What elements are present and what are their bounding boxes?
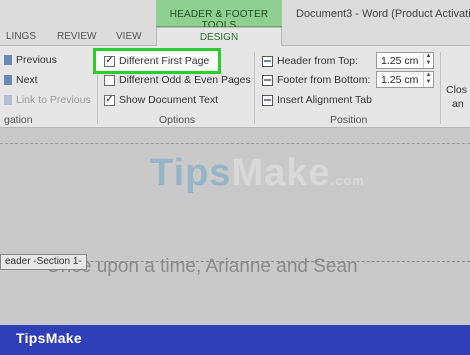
watermark-logo: TipsMake.com xyxy=(150,152,365,194)
link-icon xyxy=(4,95,12,105)
group-divider xyxy=(440,52,441,124)
tab-mailings[interactable]: LINGS xyxy=(6,31,36,42)
header-from-top-spinner[interactable]: 1.25 cm ▲ ▼ xyxy=(376,52,434,69)
spinner-icon[interactable]: ▲ ▼ xyxy=(423,72,433,87)
ribbon: Previous Next Link to Previous gation ✓ … xyxy=(0,46,470,128)
brand-logo: TipsMake xyxy=(16,330,82,346)
close-header-footer-button[interactable]: Clos xyxy=(446,84,467,96)
different-first-page-label: Different First Page xyxy=(119,55,210,67)
close-label-1: Clos xyxy=(446,84,468,96)
checkbox-icon: ✓ xyxy=(104,55,115,67)
link-to-previous-label: Link to Previous xyxy=(16,94,91,106)
header-from-top-value: 1.25 cm xyxy=(381,55,419,67)
link-to-previous-button[interactable]: Link to Previous xyxy=(4,94,91,106)
next-label: Next xyxy=(16,74,38,86)
insert-alignment-tab-button[interactable]: Insert Alignment Tab xyxy=(262,94,372,106)
document-body-text[interactable]: Once upon a time, Arianne and Sean xyxy=(46,256,358,278)
footer-position-icon xyxy=(262,74,273,86)
header-section-tag: eader -Section 1- xyxy=(0,254,87,270)
next-icon xyxy=(4,75,12,85)
header-from-top-label: Header from Top: xyxy=(262,55,358,67)
word-window: HEADER & FOOTER TOOLS Document3 - Word (… xyxy=(0,0,470,325)
window-title: Document3 - Word (Product Activatio xyxy=(296,8,470,20)
show-document-text-checkbox[interactable]: ✓ Show Document Text xyxy=(104,94,218,106)
previous-label: Previous xyxy=(16,54,57,66)
navigation-group-label: gation xyxy=(4,114,33,126)
title-bar: HEADER & FOOTER TOOLS Document3 - Word (… xyxy=(0,0,470,31)
tab-view[interactable]: VIEW xyxy=(116,31,142,42)
position-group-label: Position xyxy=(330,114,368,126)
close-label-2: an xyxy=(452,98,464,110)
different-first-page-checkbox[interactable]: ✓ Different First Page xyxy=(104,55,209,67)
alignment-tab-icon xyxy=(262,94,273,106)
document-area[interactable]: TipsMake.com Once upon a time, Arianne a… xyxy=(0,128,470,325)
group-divider xyxy=(254,52,255,124)
header-position-icon xyxy=(262,55,273,67)
previous-button[interactable]: Previous xyxy=(4,54,57,66)
footer-from-bottom-value: 1.25 cm xyxy=(381,74,419,86)
page-margin-line xyxy=(0,143,470,144)
different-odd-even-label: Different Odd & Even Pages xyxy=(119,74,251,86)
tab-review[interactable]: REVIEW xyxy=(57,31,96,42)
contextual-tool-group: HEADER & FOOTER TOOLS xyxy=(156,0,282,31)
footer-from-bottom-label: Footer from Bottom: xyxy=(262,74,370,86)
insert-alignment-tab-label: Insert Alignment Tab xyxy=(277,94,372,106)
tab-design[interactable]: DESIGN xyxy=(156,27,282,47)
spinner-icon[interactable]: ▲ ▼ xyxy=(423,53,433,68)
ribbon-tabs: LINGS REVIEW VIEW DESIGN xyxy=(0,27,470,47)
checkbox-icon xyxy=(104,74,115,86)
footer-from-bottom-spinner[interactable]: 1.25 cm ▲ ▼ xyxy=(376,71,434,88)
previous-icon xyxy=(4,55,12,65)
checkbox-icon: ✓ xyxy=(104,94,115,106)
next-button[interactable]: Next xyxy=(4,74,38,86)
show-document-text-label: Show Document Text xyxy=(119,94,219,106)
different-odd-even-checkbox[interactable]: Different Odd & Even Pages xyxy=(104,74,251,86)
options-group-label: Options xyxy=(159,114,196,126)
